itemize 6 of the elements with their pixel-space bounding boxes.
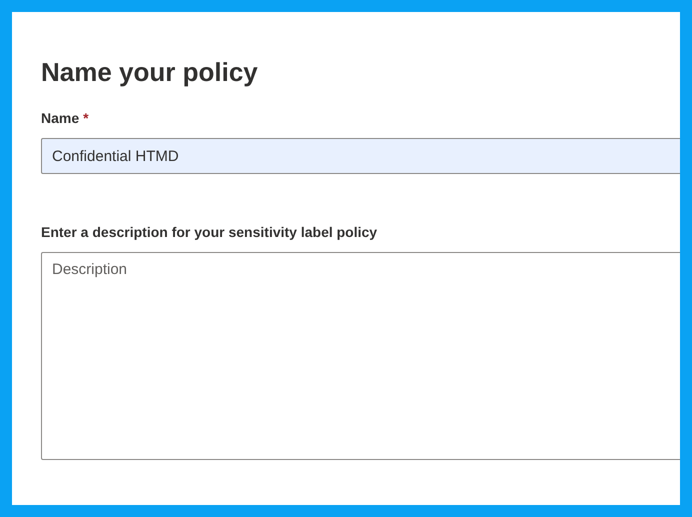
name-field[interactable]: Confidential HTMD [41, 138, 680, 174]
page-title: Name your policy [41, 56, 259, 88]
description-field[interactable]: Description [41, 252, 680, 460]
field-label: Name [41, 109, 80, 128]
field-label: Enter a description for your sensitivity label policy [41, 223, 378, 242]
required-mark: * [83, 109, 89, 128]
